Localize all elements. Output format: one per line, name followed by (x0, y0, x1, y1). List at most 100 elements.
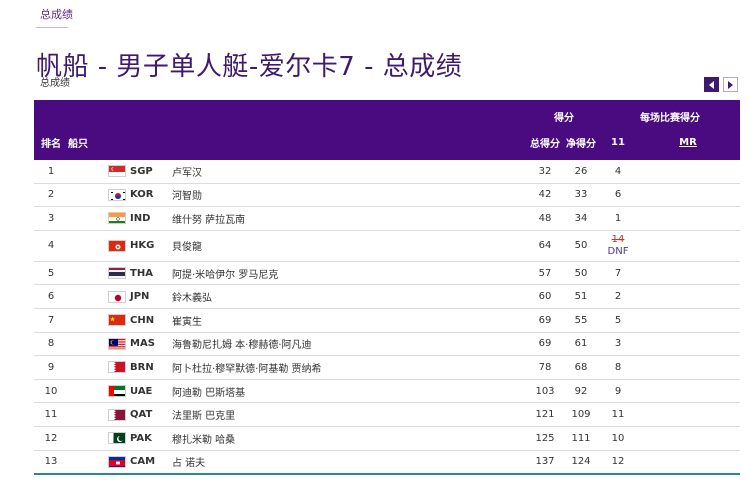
race-11-score: 6 (614, 189, 622, 201)
header-row-groups: 得分 每场比赛得分 (34, 100, 740, 124)
flag-mas-icon (108, 337, 126, 350)
pager (704, 77, 738, 92)
rank-cell: 3 (34, 206, 68, 231)
flag-uae-icon (108, 385, 126, 398)
race-group-header: 每场比赛得分 (600, 100, 740, 124)
noc-code[interactable]: CAM (130, 456, 160, 467)
rank-header: 排名 (34, 124, 68, 160)
medal-race-cell (636, 261, 740, 286)
athlete-name[interactable]: 崔寅生 (172, 313, 202, 328)
net-points-cell: 92 (562, 379, 600, 404)
race-11-cell: 9 (600, 379, 636, 404)
flag-tha-icon (108, 267, 126, 280)
page-title: 帆船 - 男子单人艇-爱尔卡7 - 总成绩 (36, 52, 463, 83)
noc-code[interactable]: QAT (130, 409, 160, 420)
noc-code[interactable]: BRN (130, 362, 160, 373)
race-11-score: 12 (611, 456, 625, 468)
boat-cell: CAM 占 诺夫 (68, 450, 528, 476)
table-row: 7 CHN 崔寅生 69 55 5 (34, 308, 740, 333)
boat-cell: QAT 法里斯 巴克里 (68, 402, 528, 427)
rank-cell: 6 (34, 284, 68, 309)
rank-cell: 9 (34, 355, 68, 380)
rank-cell: 8 (34, 332, 68, 357)
next-page-button[interactable] (723, 77, 738, 92)
athlete-name[interactable]: 维什努 萨拉瓦南 (172, 211, 245, 226)
table-row: 9 BRN 阿卜杜拉·穆罕默德·阿基勒 贾纳希 78 68 8 (34, 355, 740, 380)
rank-cell: 10 (34, 379, 68, 404)
athlete-name[interactable]: 貝俊龍 (172, 238, 202, 253)
athlete-name[interactable]: 卢军汉 (172, 164, 202, 179)
medal-race-header[interactable]: MR (636, 124, 740, 160)
previous-page-button[interactable] (704, 77, 719, 92)
rank-cell: 5 (34, 261, 68, 286)
table-row: 12 PAK 穆扎米勒 哈桑 125 111 10 (34, 426, 740, 451)
athlete-name[interactable]: 法里斯 巴克里 (172, 407, 235, 422)
breadcrumb-underline (36, 27, 68, 28)
total-points-cell: 57 (528, 261, 562, 286)
race-11-score: 4 (614, 165, 622, 177)
race-11-cell: 3 (600, 332, 636, 357)
total-points-cell: 69 (528, 332, 562, 357)
flag-cam-icon (108, 455, 126, 468)
race-11-cell: 7 (600, 261, 636, 286)
noc-code[interactable]: KOR (130, 189, 160, 200)
noc-code[interactable]: IND (130, 213, 160, 224)
athlete-name[interactable]: 阿卜杜拉·穆罕默德·阿基勒 贾纳希 (172, 360, 322, 375)
flag-kor-icon (108, 188, 126, 201)
total-points-header: 总得分 (528, 124, 562, 160)
race-11-cell: 12 (600, 450, 636, 476)
total-points-cell: 137 (528, 450, 562, 476)
total-points-cell: 69 (528, 308, 562, 333)
athlete-name[interactable]: 占 诺夫 (172, 454, 205, 469)
net-points-cell: 50 (562, 261, 600, 286)
breadcrumb[interactable]: 总成绩 (40, 6, 73, 22)
medal-race-cell (636, 450, 740, 476)
total-points-cell: 60 (528, 284, 562, 309)
table-row: 13 CAM 占 诺夫 137 124 12 (34, 450, 740, 476)
race-11-score: 10 (611, 432, 625, 444)
noc-code[interactable]: CHN (130, 315, 160, 326)
table-row: 5 THA 阿提·米哈伊尔 罗马尼克 57 50 7 (34, 261, 740, 286)
flag-pak-icon (108, 432, 126, 445)
race-11-score: 1 (614, 212, 622, 224)
race-11-score: 5 (614, 314, 622, 326)
net-points-cell: 109 (562, 402, 600, 427)
noc-code[interactable]: THA (130, 268, 160, 279)
noc-code[interactable]: UAE (130, 386, 160, 397)
athlete-name[interactable]: 阿迪勒 巴斯塔基 (172, 384, 245, 399)
net-points-cell: 50 (562, 230, 600, 262)
boat-cell: CHN 崔寅生 (68, 308, 528, 333)
boat-cell: KOR 河智勋 (68, 183, 528, 208)
noc-code[interactable]: PAK (130, 433, 160, 444)
race-11-cell: 8 (600, 355, 636, 380)
table-row: 1 SGP 卢军汉 32 26 4 (34, 160, 740, 184)
athlete-name[interactable]: 鈴木義弘 (172, 289, 212, 304)
net-points-cell: 61 (562, 332, 600, 357)
race-11-cell: 10 (600, 426, 636, 451)
medal-race-link[interactable]: MR (679, 137, 697, 148)
total-points-cell: 121 (528, 402, 562, 427)
noc-code[interactable]: JPN (130, 291, 160, 302)
noc-code[interactable]: SGP (130, 166, 160, 177)
race-11-cell: 14 DNF (600, 230, 636, 262)
table-row: 2 KOR 河智勋 42 33 6 (34, 183, 740, 208)
athlete-name[interactable]: 海鲁勒尼扎姆 本·穆赫德·阿凡迪 (172, 336, 312, 351)
points-group-header: 得分 (528, 100, 600, 124)
athlete-name[interactable]: 河智勋 (172, 187, 202, 202)
noc-code[interactable]: MAS (130, 338, 160, 349)
boat-cell: BRN 阿卜杜拉·穆罕默德·阿基勒 贾纳希 (68, 355, 528, 380)
athlete-name[interactable]: 穆扎米勒 哈桑 (172, 431, 235, 446)
race-11-cell: 5 (600, 308, 636, 333)
athlete-name[interactable]: 阿提·米哈伊尔 罗马尼克 (172, 266, 278, 281)
section-label: 总成绩 (40, 78, 70, 89)
table-row: 10 UAE 阿迪勒 巴斯塔基 103 92 9 (34, 379, 740, 404)
net-points-cell: 111 (562, 426, 600, 451)
table-row: 3 IND 维什努 萨拉瓦南 48 34 1 (34, 206, 740, 231)
header-row-columns: 排名 船只 总得分 净得分 11 MR (34, 124, 740, 160)
flag-hkg-icon (108, 239, 126, 252)
race-11-score: 9 (614, 385, 622, 397)
noc-code[interactable]: HKG (130, 240, 160, 251)
boat-cell: MAS 海鲁勒尼扎姆 本·穆赫德·阿凡迪 (68, 332, 528, 357)
medal-race-cell (636, 160, 740, 184)
net-points-cell: 51 (562, 284, 600, 309)
